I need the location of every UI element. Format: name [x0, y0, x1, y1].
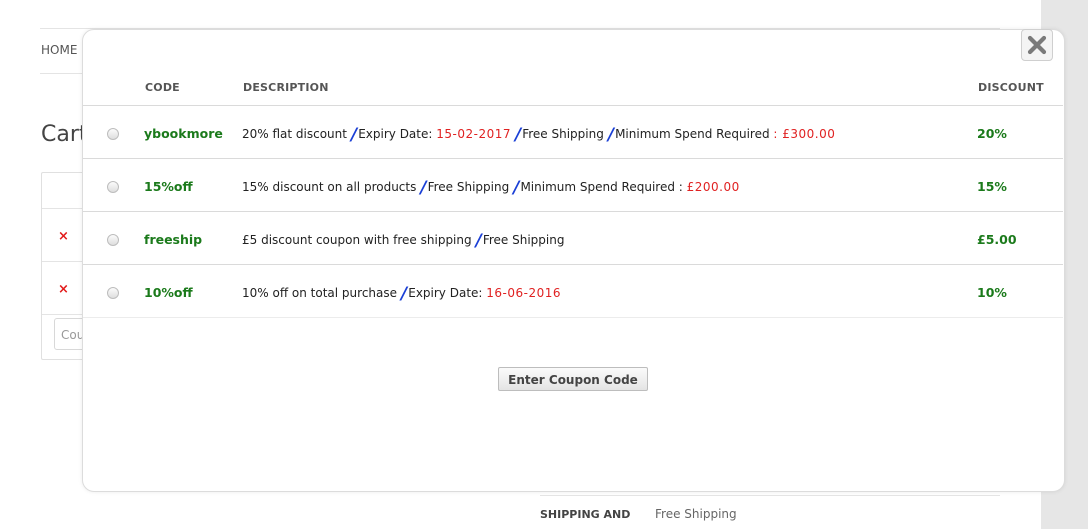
- shipping-text: Free Shipping: [427, 180, 510, 194]
- coupon-discount: 10%: [977, 285, 1007, 300]
- remove-item-icon[interactable]: ×: [58, 282, 69, 297]
- coupon-description: £5 discount coupon with free shipping/Fr…: [242, 231, 565, 251]
- coupon-radio[interactable]: [107, 287, 119, 299]
- remove-item-icon[interactable]: ×: [58, 229, 69, 244]
- row-divider: [83, 317, 1063, 318]
- coupon-discount: 20%: [977, 126, 1007, 141]
- shipping-value: Free Shipping: [655, 507, 737, 521]
- min-spend-value: £200.00: [686, 180, 740, 194]
- separator: /: [475, 231, 482, 251]
- separator: /: [513, 178, 520, 198]
- separator: /: [607, 125, 615, 145]
- min-spend-value: : £300.00: [773, 127, 836, 141]
- coupon-description: 20% flat discount/Expiry Date: 15-02-201…: [242, 125, 836, 145]
- row-divider: [83, 264, 1063, 265]
- min-spend-label: Minimum Spend Required: [520, 180, 675, 194]
- coupon-radio[interactable]: [107, 128, 119, 140]
- shipping-text: Free Shipping: [522, 127, 604, 141]
- row-divider: [83, 211, 1063, 212]
- coupon-description: 10% off on total purchase/Expiry Date: 1…: [242, 284, 562, 304]
- coupon-description: 15% discount on all products/Free Shippi…: [242, 178, 740, 198]
- shipping-text: Free Shipping: [482, 233, 565, 247]
- close-icon: [1027, 35, 1047, 55]
- shipping-label: SHIPPING AND: [540, 508, 631, 521]
- coupon-code: 15%off: [144, 179, 193, 194]
- totals-divider: [540, 495, 1000, 496]
- expiry-label: Expiry Date:: [408, 286, 483, 300]
- coupon-discount: £5.00: [977, 232, 1017, 247]
- coupon-row[interactable]: freeship £5 discount coupon with free sh…: [83, 213, 1063, 265]
- column-header-discount: DISCOUNT: [978, 81, 1044, 94]
- description-text: £5 discount coupon with free shipping: [242, 233, 472, 247]
- separator: /: [420, 178, 427, 198]
- close-button[interactable]: [1021, 29, 1053, 61]
- coupon-discount: 15%: [977, 179, 1007, 194]
- min-spend-label: Minimum Spend Required: [615, 127, 770, 141]
- header-divider: [83, 105, 1063, 106]
- column-header-description: DESCRIPTION: [243, 81, 329, 94]
- expiry-date: 16-06-2016: [486, 286, 562, 300]
- separator: /: [350, 125, 358, 145]
- coupon-code: 10%off: [144, 285, 193, 300]
- page-title: Cart: [41, 122, 88, 147]
- breadcrumb-home[interactable]: HOME: [41, 43, 77, 57]
- expiry-date: 15-02-2017: [436, 127, 511, 141]
- coupon-row[interactable]: 15%off 15% discount on all products/Free…: [83, 160, 1063, 212]
- column-header-code: CODE: [145, 81, 180, 94]
- row-divider: [83, 158, 1063, 159]
- expiry-label: Expiry Date:: [358, 127, 433, 141]
- separator: /: [401, 284, 408, 304]
- coupon-code: ybookmore: [144, 126, 223, 141]
- description-text: 10% off on total purchase: [242, 286, 398, 300]
- coupon-row[interactable]: 10%off 10% off on total purchase/Expiry …: [83, 266, 1063, 318]
- enter-coupon-code-button[interactable]: Enter Coupon Code: [498, 367, 648, 391]
- description-text: 20% flat discount: [242, 127, 347, 141]
- coupon-radio[interactable]: [107, 234, 119, 246]
- separator: /: [515, 125, 522, 145]
- coupon-radio[interactable]: [107, 181, 119, 193]
- description-text: 15% discount on all products: [242, 180, 417, 194]
- coupon-code: freeship: [144, 232, 203, 247]
- coupon-row[interactable]: ybookmore 20% flat discount/Expiry Date:…: [83, 107, 1063, 159]
